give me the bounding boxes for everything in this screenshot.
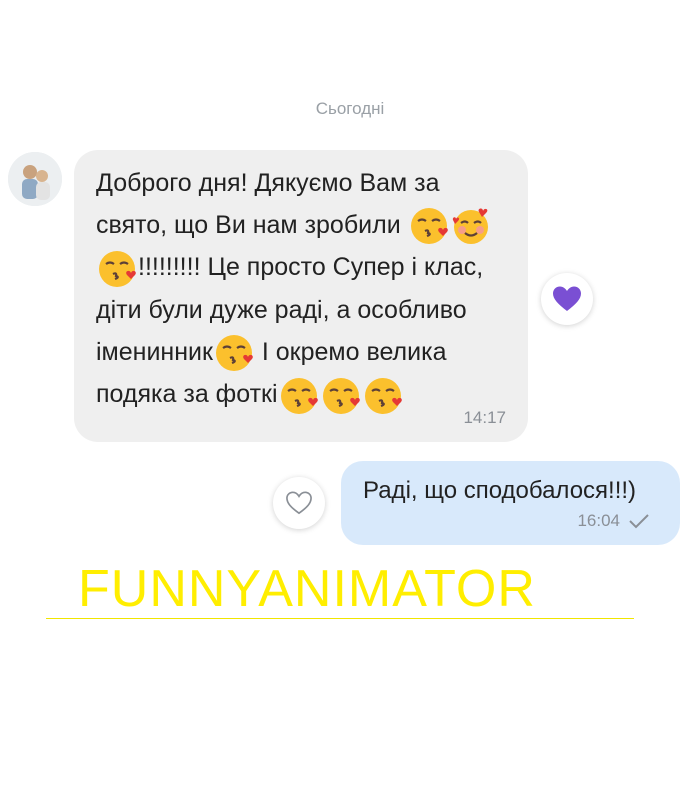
message-line: свято, що Ви нам зробили bbox=[96, 204, 504, 246]
incoming-message-bubble[interactable]: Доброго дня! Дякуємо Вам за свято, що Ви… bbox=[74, 150, 528, 442]
reaction-button[interactable] bbox=[541, 273, 593, 325]
message-meta: 16:04 bbox=[577, 511, 650, 531]
message-text: подяка за фоткі bbox=[96, 380, 278, 409]
check-icon bbox=[629, 514, 649, 529]
kissing-face-emoji-icon bbox=[99, 250, 136, 287]
purple-heart-icon bbox=[553, 286, 581, 311]
kissing-face-emoji-icon bbox=[280, 377, 318, 414]
watermark-text: FUNNYANIMATOR bbox=[78, 560, 536, 618]
message-text: свято, що Ви нам зробили bbox=[96, 211, 401, 239]
avatar-photo bbox=[8, 152, 62, 206]
message-line: іменинник І окремо велика bbox=[96, 331, 504, 373]
message-text: Раді, що сподобалося!!!) bbox=[363, 477, 637, 504]
date-separator: Сьогодні bbox=[315, 99, 385, 118]
message-line: !!!!!!!!! Це просто Супер і клас, bbox=[96, 246, 504, 288]
message-text: іменинник bbox=[96, 337, 213, 366]
message-timestamp: 14:17 bbox=[463, 408, 506, 427]
kissing-face-emoji-icon bbox=[322, 377, 360, 414]
outgoing-message-bubble[interactable]: Раді, що сподобалося!!!) 16:04 bbox=[341, 461, 680, 545]
avatar[interactable] bbox=[8, 152, 62, 206]
message-text: І окремо велика bbox=[254, 337, 447, 366]
watermark: FUNNYANIMATOR bbox=[46, 560, 634, 619]
message-timestamp: 16:04 bbox=[577, 511, 620, 530]
message-text: діти були дуже раді, а особливо bbox=[96, 295, 467, 324]
message-text: !!!!!!!!! Це просто Супер і клас, bbox=[138, 253, 484, 282]
kissing-face-emoji-icon bbox=[410, 208, 448, 245]
message-text: Доброго дня! Дякуємо Вам за bbox=[96, 169, 440, 197]
message-line: діти були дуже раді, а особливо bbox=[96, 289, 504, 331]
react-heart-button[interactable] bbox=[273, 477, 325, 529]
message-line: Доброго дня! Дякуємо Вам за bbox=[96, 162, 504, 204]
message-line: подяка за фоткі bbox=[96, 373, 504, 415]
kissing-face-emoji-icon bbox=[364, 377, 402, 414]
kissing-face-emoji-icon bbox=[215, 335, 253, 372]
heart-outline-icon bbox=[286, 491, 312, 515]
smiling-face-with-hearts-emoji-icon bbox=[452, 208, 488, 245]
